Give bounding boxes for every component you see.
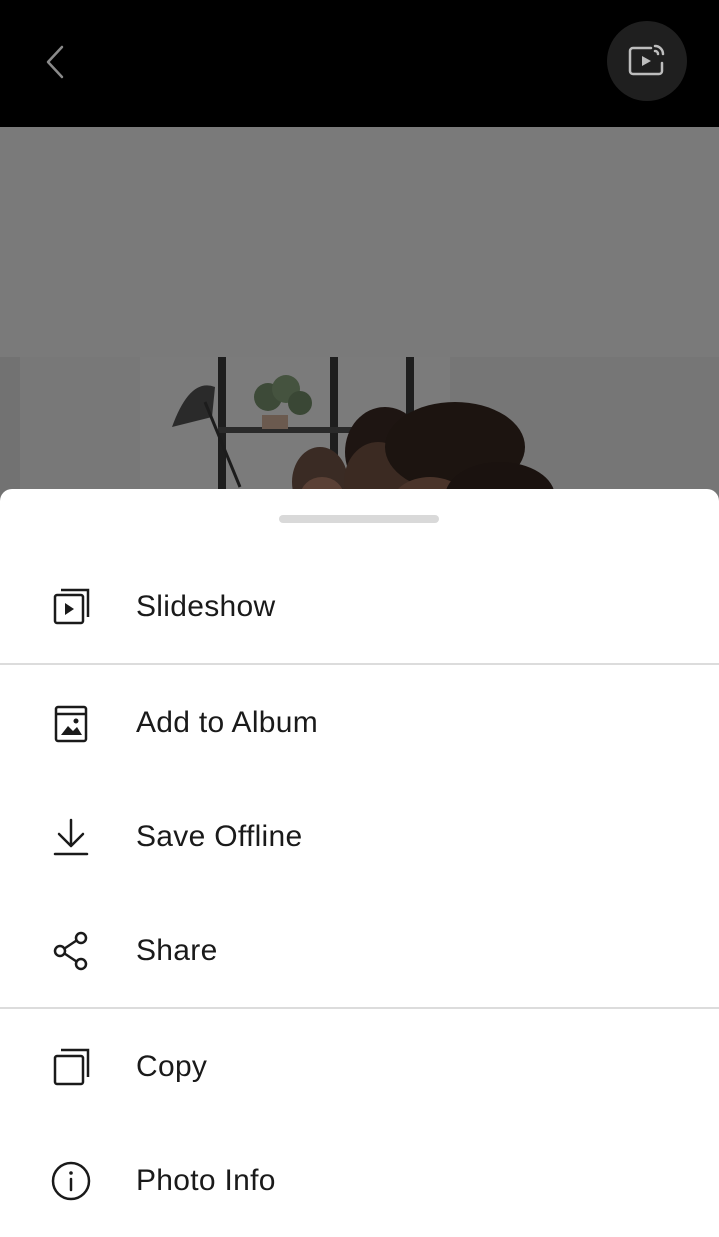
photo-viewer-screen: Slideshow Add to Album Save Offline Shar… xyxy=(0,0,719,1237)
menu-item-copy[interactable]: Copy xyxy=(0,1010,719,1124)
cast-slideshow-icon xyxy=(628,44,665,76)
menu-item-label: Photo Info xyxy=(136,1164,276,1197)
slideshow-icon xyxy=(50,586,92,628)
menu-item-label: Share xyxy=(136,934,218,967)
photo-viewer-area[interactable] xyxy=(0,127,719,527)
menu-item-add-to-album[interactable]: Add to Album xyxy=(0,666,719,780)
menu-item-label: Add to Album xyxy=(136,706,319,739)
top-bar xyxy=(0,0,719,127)
cast-button[interactable] xyxy=(607,21,687,101)
copy-icon xyxy=(50,1046,92,1088)
menu-item-label: Copy xyxy=(136,1050,208,1083)
album-icon xyxy=(50,702,92,744)
menu-item-label: Slideshow xyxy=(136,590,276,623)
menu-divider xyxy=(0,663,719,665)
menu-item-label: Save Offline xyxy=(136,820,303,853)
menu-item-photo-info[interactable]: Photo Info xyxy=(0,1124,719,1237)
menu-item-slideshow[interactable]: Slideshow xyxy=(0,550,719,664)
info-icon xyxy=(50,1160,92,1202)
sheet-drag-handle[interactable] xyxy=(279,515,439,523)
menu-divider xyxy=(0,1007,719,1009)
back-button[interactable] xyxy=(30,37,80,87)
share-icon xyxy=(50,930,92,972)
chevron-left-icon xyxy=(46,45,64,79)
menu-item-share[interactable]: Share xyxy=(0,894,719,1008)
download-icon xyxy=(50,816,92,858)
actions-bottom-sheet: Slideshow Add to Album Save Offline Shar… xyxy=(0,489,719,1237)
menu-item-save-offline[interactable]: Save Offline xyxy=(0,780,719,894)
